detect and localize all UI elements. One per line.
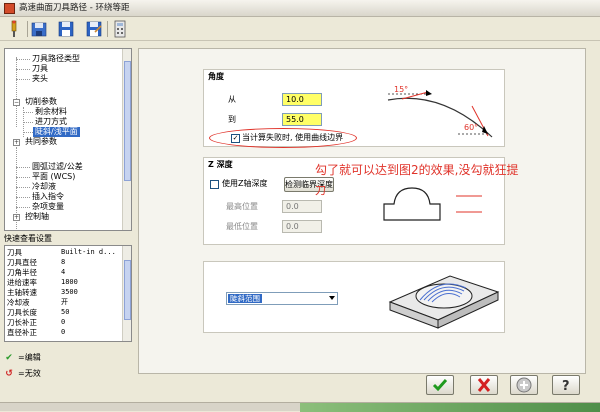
- legend-edit: ✔ =编辑: [5, 353, 41, 363]
- tree-item-entry-method[interactable]: 进刀方式: [35, 117, 67, 127]
- calculator-button[interactable]: [110, 19, 130, 39]
- angle-to-label: 到: [228, 115, 236, 124]
- tool-wand-icon: [11, 20, 17, 37]
- tree-item-arc-filter[interactable]: 圆弧过滤/公差: [32, 162, 83, 172]
- save-as-icon: [86, 21, 102, 37]
- tree-item-cut-params[interactable]: 切削参数: [25, 97, 57, 107]
- use-zdepth-checkbox[interactable]: [210, 180, 219, 189]
- add-button[interactable]: [510, 375, 538, 395]
- invalid-icon: ↺: [5, 369, 13, 379]
- save-as-button[interactable]: [84, 19, 104, 39]
- zdepth-diagram: [383, 187, 482, 221]
- main-panel: 角度 从 10.0 到 55.0 ✓ 当计算失败时, 使用曲线边界 15° 60…: [138, 48, 586, 374]
- tree-item-rest-material[interactable]: 剩余材料: [35, 107, 67, 117]
- toolbar: [0, 17, 600, 41]
- tree-scrollbar[interactable]: [122, 49, 131, 230]
- max-position-input[interactable]: 0.0: [282, 200, 322, 213]
- angle-to-input[interactable]: 55.0: [282, 113, 322, 126]
- tree-item-axis-control[interactable]: 控制轴: [25, 212, 49, 222]
- angle-title: 角度: [208, 72, 224, 81]
- tree-scroll-thumb[interactable]: [124, 61, 131, 181]
- detect-depth-button[interactable]: 检测临界深度: [284, 177, 334, 192]
- annotation-text: 勾了就可以达到图2的效果,没勾就狂提: [315, 163, 519, 177]
- highlight-ellipse: [209, 128, 357, 148]
- angle-diagram-top-label: 15°: [394, 85, 408, 94]
- use-zdepth-label: 使用Z轴深度: [222, 179, 268, 188]
- range-section: 陡斜范围: [203, 261, 505, 333]
- min-position-label: 最低位置: [226, 222, 258, 231]
- window-title: 高速曲面刀具路径 - 环绕等距: [19, 3, 130, 13]
- annotation-text-tail: 刀: [315, 184, 326, 197]
- help-button[interactable]: ?: [552, 375, 580, 395]
- ok-button[interactable]: [426, 375, 454, 395]
- tree-item-coolant[interactable]: 冷却液: [32, 182, 56, 192]
- title-bar: 高速曲面刀具路径 - 环绕等距: [0, 0, 600, 17]
- ok-checkmark-icon: [432, 379, 448, 392]
- toolbar-separator: [27, 21, 28, 37]
- quickview-row: 进给速率 1800: [7, 278, 78, 287]
- angle-diagram: 15° 60°: [387, 85, 493, 138]
- open-file-button[interactable]: [30, 19, 50, 39]
- zdepth-title: Z 深度: [208, 160, 233, 169]
- chevron-down-icon: [329, 296, 335, 300]
- cancel-button[interactable]: [470, 375, 498, 395]
- checkmark-icon: ✔: [5, 353, 13, 363]
- tree-item-steep-shallow[interactable]: 陡斜/浅平面: [33, 127, 80, 137]
- quickview-row: 刀长补正 0: [7, 318, 66, 327]
- tree-item-holder[interactable]: 夹头: [32, 74, 48, 84]
- cancel-x-icon: [477, 378, 491, 392]
- legend-invalid: ↺ =无效: [5, 369, 41, 379]
- app-icon: [4, 3, 15, 14]
- calculator-icon: [114, 20, 126, 38]
- quickview-scrollbar[interactable]: [122, 246, 131, 341]
- quickview-panel: 刀具 Built-in d... 刀具直径 8 刀角半径 4 进给速率 1800 主轴转…: [4, 245, 132, 342]
- quickview-row: 主轴转速 3500: [7, 288, 78, 297]
- status-bar: [0, 402, 600, 412]
- plus-circle-icon: [516, 377, 532, 393]
- tree-expand-icon[interactable]: +: [13, 214, 20, 221]
- save-button[interactable]: [56, 19, 76, 39]
- tree-expand-icon[interactable]: +: [13, 139, 20, 146]
- help-question-icon: ?: [562, 379, 570, 394]
- quickview-row: 直径补正 0: [7, 328, 66, 337]
- min-position-input[interactable]: 0.0: [282, 220, 322, 233]
- tree-item-insert-codes[interactable]: 插入指令: [32, 192, 64, 202]
- angle-diagram-bottom-label: 60°: [464, 123, 478, 132]
- tree-collapse-icon[interactable]: −: [13, 99, 20, 106]
- angle-from-input[interactable]: 10.0: [282, 93, 322, 106]
- tree-item-common-params[interactable]: 共同参数: [25, 137, 57, 147]
- range-preview-graphic: [388, 275, 500, 329]
- quickview-row: 刀具长度 50: [7, 308, 70, 317]
- range-dropdown-value: 陡斜范围: [228, 294, 262, 303]
- tree-item-plane-wcs[interactable]: 平面 (WCS): [32, 172, 75, 182]
- quickview-row: 刀具直径 8: [7, 258, 66, 267]
- toolbar-separator: [107, 21, 108, 37]
- tree-item-misc-values[interactable]: 杂项变量: [32, 202, 64, 212]
- quickview-row: 刀具 Built-in d...: [7, 248, 116, 257]
- angle-from-label: 从: [228, 95, 236, 104]
- quickview-title: 快速查看设置: [4, 234, 52, 243]
- max-position-label: 最高位置: [226, 202, 258, 211]
- toolpath-wizard-button[interactable]: [4, 19, 24, 39]
- svg-text:?: ?: [562, 379, 570, 394]
- quickview-row: 刀角半径 4: [7, 268, 66, 277]
- parameter-tree[interactable]: 刀具路径类型 刀具 夹头 − 切削参数 剩余材料 进刀方式 陡斜/浅平面 + 共…: [4, 48, 132, 231]
- tree-item-tool[interactable]: 刀具: [32, 64, 48, 74]
- quickview-scroll-thumb[interactable]: [124, 260, 131, 320]
- tree-item-toolpath-type[interactable]: 刀具路径类型: [32, 54, 80, 64]
- open-folder-icon: [31, 22, 47, 37]
- range-dropdown[interactable]: 陡斜范围: [226, 292, 338, 305]
- save-disk-icon: [58, 21, 74, 37]
- quickview-row: 冷却液开: [7, 298, 68, 307]
